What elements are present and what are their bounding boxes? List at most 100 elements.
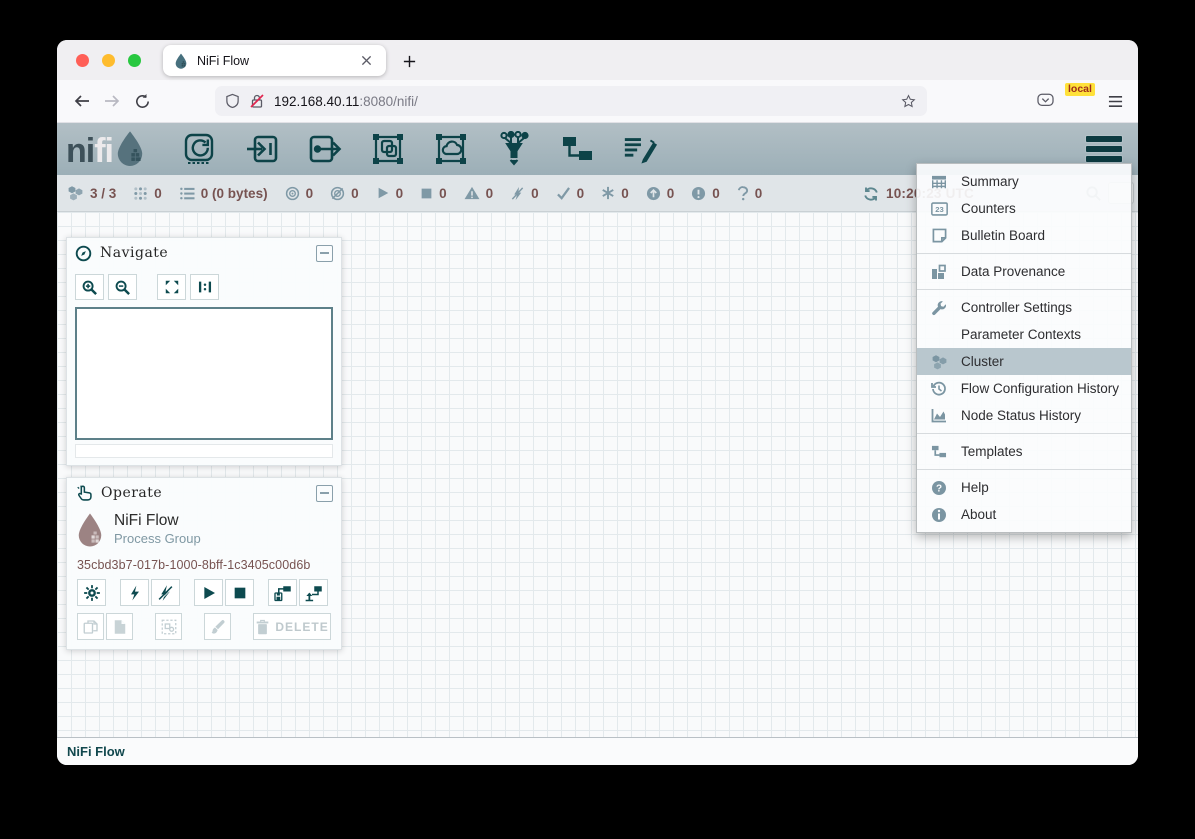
birdseye-compass-icon	[75, 245, 92, 262]
process-group-drop-icon	[75, 512, 105, 550]
status-value: 0	[755, 186, 763, 201]
zoom-out-button[interactable]	[108, 274, 137, 300]
paste-button[interactable]	[106, 613, 133, 640]
menu-item-counters[interactable]: 23 Counters	[917, 195, 1131, 222]
group-button[interactable]	[155, 613, 182, 640]
pocket-icon[interactable]	[1036, 92, 1055, 110]
shield-icon[interactable]	[225, 93, 240, 109]
navigate-title: Navigate	[100, 245, 168, 261]
breadcrumb[interactable]: NiFi Flow	[67, 744, 125, 759]
menu-item-label: Data Provenance	[961, 264, 1065, 279]
zoom-fit-button[interactable]	[157, 274, 186, 300]
back-button[interactable]	[67, 87, 97, 115]
refresh-icon[interactable]	[863, 186, 879, 202]
selected-component: NiFi Flow Process Group	[67, 508, 341, 550]
menu-item-controller-settings[interactable]: Controller Settings	[917, 294, 1131, 321]
new-tab-button[interactable]	[397, 49, 421, 73]
process-group-icon[interactable]	[370, 130, 406, 168]
stop-button[interactable]	[225, 579, 254, 606]
birdseye-resize-handle[interactable]	[75, 444, 333, 458]
upload-template-button[interactable]	[299, 579, 328, 606]
url-host: 192.168.40.11	[274, 94, 359, 109]
status-item-locally-modified-stale: 0	[691, 186, 720, 201]
processor-icon[interactable]	[181, 130, 217, 168]
color-brush-button[interactable]	[204, 613, 231, 640]
menu-item-label: About	[961, 507, 996, 522]
status-value: 0	[621, 186, 629, 201]
menu-item-label: Controller Settings	[961, 300, 1072, 315]
provenance-icon	[929, 264, 949, 280]
insecure-lock-icon[interactable]	[249, 93, 265, 109]
operate-header: Operate	[67, 478, 341, 508]
output-port-icon[interactable]	[307, 130, 343, 168]
window-controls	[76, 54, 141, 67]
forward-button[interactable]	[97, 87, 127, 115]
tab-close-icon[interactable]	[356, 51, 376, 71]
selected-flow-name: NiFi Flow	[114, 512, 201, 530]
copy-button[interactable]	[77, 613, 104, 640]
status-item-threads: 0	[133, 186, 162, 201]
menu-item-help[interactable]: ? Help	[917, 474, 1131, 501]
component-toolbar	[181, 130, 658, 168]
help-icon: ?	[929, 480, 949, 496]
menu-item-templates[interactable]: Templates	[917, 438, 1131, 465]
status-item-disabled: 0	[510, 186, 539, 201]
collapse-operate-button[interactable]	[316, 485, 333, 502]
birdseye-view[interactable]	[75, 307, 333, 440]
zoom-in-button[interactable]	[75, 274, 104, 300]
label-icon[interactable]	[622, 130, 658, 168]
svg-text:23: 23	[935, 205, 944, 214]
zoom-window-button[interactable]	[128, 54, 141, 67]
nifi-logo-text-light: fi	[94, 134, 113, 168]
nifi-logo-text-dark: ni	[66, 134, 94, 168]
browser-window: NiFi Flow	[57, 40, 1138, 765]
global-menu-dropdown: Summary 23 Counters Bulletin Board Data …	[916, 163, 1132, 533]
menu-item-summary[interactable]: Summary	[917, 168, 1131, 195]
menu-item-about[interactable]: About	[917, 501, 1131, 528]
status-value: 0 (0 bytes)	[201, 186, 268, 201]
start-button[interactable]	[194, 579, 223, 606]
configuration-button[interactable]	[77, 579, 106, 606]
app-menu-icon[interactable]	[1107, 94, 1124, 109]
status-item-queued: 0 (0 bytes)	[179, 186, 268, 201]
tab-title: NiFi Flow	[197, 54, 356, 68]
global-menu-button[interactable]	[1084, 132, 1124, 166]
container-tab-badge: local	[1065, 83, 1095, 96]
counters-icon: 23	[929, 202, 949, 216]
disabled-icon	[510, 186, 525, 201]
navbar-right-icons: local	[1036, 89, 1128, 113]
menu-item-bulletin-board[interactable]: Bulletin Board	[917, 222, 1131, 249]
menu-item-cluster[interactable]: Cluster	[917, 348, 1131, 375]
save-template-button[interactable]	[268, 579, 297, 606]
bulletin-board-icon	[929, 228, 949, 243]
menu-item-label: Cluster	[961, 354, 1004, 369]
enable-button[interactable]	[120, 579, 149, 606]
status-item-sync-failure: 0	[737, 186, 763, 201]
zoom-actual-size-button[interactable]	[190, 274, 219, 300]
remote-process-group-icon[interactable]	[433, 130, 469, 168]
input-port-icon[interactable]	[244, 130, 280, 168]
collapse-navigate-button[interactable]	[316, 245, 333, 262]
menu-item-parameter-contexts[interactable]: Parameter Contexts	[917, 321, 1131, 348]
template-icon[interactable]	[559, 130, 595, 168]
cluster-cubes-icon	[67, 185, 84, 201]
minimize-window-button[interactable]	[102, 54, 115, 67]
menu-item-flow-configuration-history[interactable]: Flow Configuration History	[917, 375, 1131, 402]
url-text[interactable]: 192.168.40.11:8080/nifi/	[274, 94, 900, 109]
bookmark-star-icon[interactable]	[900, 93, 917, 110]
reload-button[interactable]	[127, 87, 157, 115]
menu-item-node-status-history[interactable]: Node Status History	[917, 402, 1131, 429]
status-value: 0	[306, 186, 314, 201]
browser-tab[interactable]: NiFi Flow	[163, 45, 386, 76]
menu-item-data-provenance[interactable]: Data Provenance	[917, 258, 1131, 285]
svg-text:?: ?	[936, 483, 942, 494]
funnel-icon[interactable]	[496, 130, 532, 168]
delete-button[interactable]: DELETE	[253, 613, 331, 640]
close-window-button[interactable]	[76, 54, 89, 67]
status-value: 0	[577, 186, 585, 201]
profile-avatar[interactable]: local	[1069, 89, 1093, 113]
invalid-icon	[464, 186, 480, 200]
url-bar[interactable]: 192.168.40.11:8080/nifi/	[215, 86, 927, 116]
stale-icon	[646, 186, 661, 201]
disable-button[interactable]	[151, 579, 180, 606]
